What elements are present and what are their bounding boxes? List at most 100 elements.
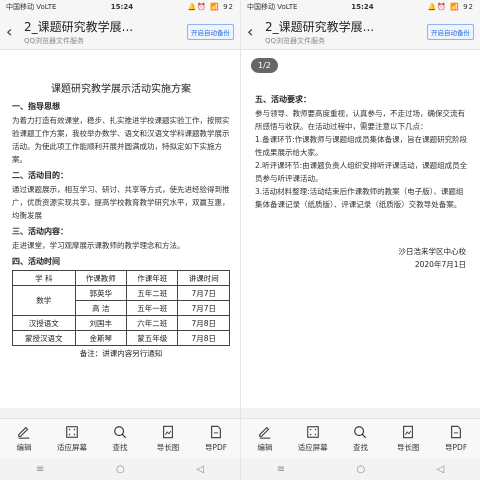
status-icons: 🔔⏰ 📶 92 — [427, 3, 474, 11]
find-button[interactable]: 查找 — [96, 419, 144, 458]
pdf-icon — [211, 425, 221, 438]
fit-screen-button[interactable]: 适应屏幕 — [48, 419, 96, 458]
home-nav-icon[interactable]: ○ — [356, 464, 365, 475]
bottom-toolbar: 编辑 适应屏幕 查找 导长图 导PDF — [0, 418, 240, 458]
fit-screen-label: 适应屏幕 — [57, 442, 87, 452]
fit-screen-button[interactable]: 适应屏幕 — [289, 419, 337, 458]
auto-backup-button[interactable]: 开启自动备份 — [187, 23, 234, 40]
home-nav-icon[interactable]: ○ — [116, 464, 125, 475]
section-body: 为着力打造有效课堂，稳步、扎实推进学校课题实验工作，按照实验课题工作方案，我校举… — [12, 116, 230, 164]
table-cell: 金斯琴 — [74, 330, 128, 346]
table-note: 备注：讲课内容另行通知 — [79, 349, 163, 358]
table-cell: 汉授语文 — [12, 315, 76, 331]
fit-screen-icon — [66, 425, 78, 438]
carrier-label: 中国移动 VoLTE — [6, 3, 57, 11]
edit-button[interactable]: 编辑 — [241, 419, 289, 458]
search-icon — [114, 425, 127, 438]
long-image-icon — [403, 425, 414, 438]
page-indicator: 1/2 — [251, 58, 278, 73]
menu-nav-icon[interactable]: ≡ — [277, 464, 285, 475]
table-cell: 7月7日 — [177, 285, 230, 301]
table-cell: 蒙授汉语文 — [12, 330, 76, 346]
table-cell: 数学 — [12, 285, 76, 316]
table-cell: 六年二班 — [125, 315, 179, 331]
find-button[interactable]: 查找 — [337, 419, 385, 458]
fit-screen-icon — [306, 425, 319, 438]
export-long-image-button[interactable]: 导长图 — [144, 419, 192, 458]
long-image-icon — [163, 425, 173, 438]
pdf-icon — [451, 425, 461, 438]
document-source: QQ浏览器文件服务 — [24, 36, 85, 45]
section-heading: 五、活动要求： — [255, 95, 311, 104]
auto-backup-button[interactable]: 开启自动备份 — [427, 23, 474, 40]
find-label: 查找 — [112, 442, 128, 452]
back-nav-icon[interactable]: ◁ — [437, 464, 445, 475]
table-cell: 刘国丰 — [74, 315, 128, 331]
signature-date: 2020年7月1日 — [414, 260, 466, 269]
section-body: 参与领导、教师要高度重视，认真参与，不走过场，确保交流有所感悟与收获。在活动过程… — [255, 109, 465, 131]
back-arrow-icon[interactable]: ‹ — [6, 23, 20, 40]
system-nav-bar: ≡ ○ ◁ — [0, 458, 240, 480]
status-icons: 🔔⏰ 📶 92 — [187, 3, 234, 11]
section-heading: 二、活动目的： — [12, 171, 68, 180]
export-long-image-label: 导长图 — [397, 442, 420, 452]
menu-nav-icon[interactable]: ≡ — [36, 464, 44, 475]
status-bar: 中国移动 VoLTE 15:24 🔔⏰ 📶 92 — [241, 0, 480, 14]
export-long-image-button[interactable]: 导长图 — [384, 419, 432, 458]
document-source: QQ浏览器文件服务 — [265, 36, 326, 45]
status-bar: 中国移动 VoLTE 15:24 🔔⏰ 📶 92 — [0, 0, 240, 14]
table-cell: 7月8日 — [177, 315, 230, 331]
export-pdf-button[interactable]: 导PDF — [432, 419, 480, 458]
table-cell: 五年二班 — [125, 285, 179, 301]
export-pdf-button[interactable]: 导PDF — [192, 419, 240, 458]
document-page[interactable]: 课题研究教学展示活动实施方案 一、指导思想 为着力打造有效课堂，稳步、扎实推进学… — [0, 50, 240, 408]
fit-screen-label: 适应屏幕 — [297, 442, 328, 452]
section-heading: 三、活动内容： — [12, 227, 68, 236]
title-bar: ‹ 2_课题研究教学展... QQ浏览器文件服务 开启自动备份 — [0, 14, 240, 50]
doc-heading: 课题研究教学展示活动实施方案 — [51, 84, 191, 95]
signature-block: 沙日浩来学区中心校 2020年7月1日 — [255, 245, 470, 271]
edit-icon — [259, 426, 271, 439]
edit-button[interactable]: 编辑 — [0, 419, 48, 458]
clock: 15:24 — [110, 3, 134, 11]
table-header-cell: 作课教师 — [74, 270, 128, 286]
carrier-label: 中国移动 VoLTE — [247, 3, 298, 11]
table-cell: 郭英华 — [74, 285, 128, 301]
table-row: 汉授语文 刘国丰 六年二班 7月8日 — [12, 315, 230, 331]
clock: 15:24 — [351, 3, 374, 11]
section-body: 1.备课环节:作课教师与课题组成员集体备课，旨在课题研究阶段性成果展示给大家。 — [255, 135, 468, 157]
document-page[interactable]: 五、活动要求： 参与领导、教师要高度重视，认真参与，不走过场，确保交流有所感悟与… — [241, 50, 480, 408]
schedule-table: 学 科 作课教师 作课年班 讲课时间 数学 郭英华 五年二班 7月7日 高 洁 … — [12, 270, 230, 346]
title-bar: ‹ 2_课题研究教学展... QQ浏览器文件服务 开启自动备份 — [241, 14, 480, 50]
left-phone-screen: 中国移动 VoLTE 15:24 🔔⏰ 📶 92 ‹ 2_课题研究教学展... … — [0, 0, 240, 480]
table-header-cell: 讲课时间 — [177, 270, 230, 286]
signature-school: 沙日浩来学区中心校 — [398, 247, 467, 256]
back-nav-icon[interactable]: ◁ — [196, 464, 204, 475]
section-body: 走进课堂，学习观摩展示课教师的教学理念和方法。 — [12, 241, 185, 250]
section-body: 通过课题展示，相互学习、研讨、共享等方式，使先进经验得到推广，优质资源实现共享，… — [12, 185, 230, 220]
table-row: 蒙授汉语文 金斯琴 蒙五年级 7月8日 — [12, 330, 230, 346]
table-row: 数学 郭英华 五年二班 7月7日 — [12, 285, 230, 316]
section-heading: 四、活动时间 — [12, 257, 60, 266]
title-block: 2_课题研究教学展... QQ浏览器文件服务 — [261, 18, 427, 46]
document-title: 2_课题研究教学展... — [24, 19, 134, 34]
document-title: 2_课题研究教学展... — [265, 19, 375, 34]
table-cell: 蒙五年级 — [125, 330, 179, 346]
edit-label: 编辑 — [16, 442, 32, 452]
table-cell: 7月7日 — [177, 300, 230, 316]
edit-icon — [18, 426, 30, 439]
bottom-toolbar: 编辑 适应屏幕 查找 导长图 导PDF — [241, 418, 480, 458]
find-label: 查找 — [352, 442, 368, 452]
section-body: 2.听评课环节:由课题负责人组织安排听评课活动，课题组成员全员参与听评课活动。 — [255, 161, 468, 183]
table-cell: 高 洁 — [74, 300, 128, 316]
table-header-cell: 学 科 — [12, 270, 76, 286]
system-nav-bar: ≡ ○ ◁ — [241, 458, 480, 480]
table-cell: 五年一班 — [125, 300, 179, 316]
back-arrow-icon[interactable]: ‹ — [247, 23, 261, 40]
table-header-cell: 作课年班 — [125, 270, 179, 286]
section-heading: 一、指导思想 — [12, 102, 60, 111]
title-block: 2_课题研究教学展... QQ浏览器文件服务 — [20, 18, 187, 46]
table-header-row: 学 科 作课教师 作课年班 讲课时间 — [12, 270, 230, 286]
edit-label: 编辑 — [257, 442, 273, 452]
export-long-image-label: 导长图 — [156, 442, 180, 452]
